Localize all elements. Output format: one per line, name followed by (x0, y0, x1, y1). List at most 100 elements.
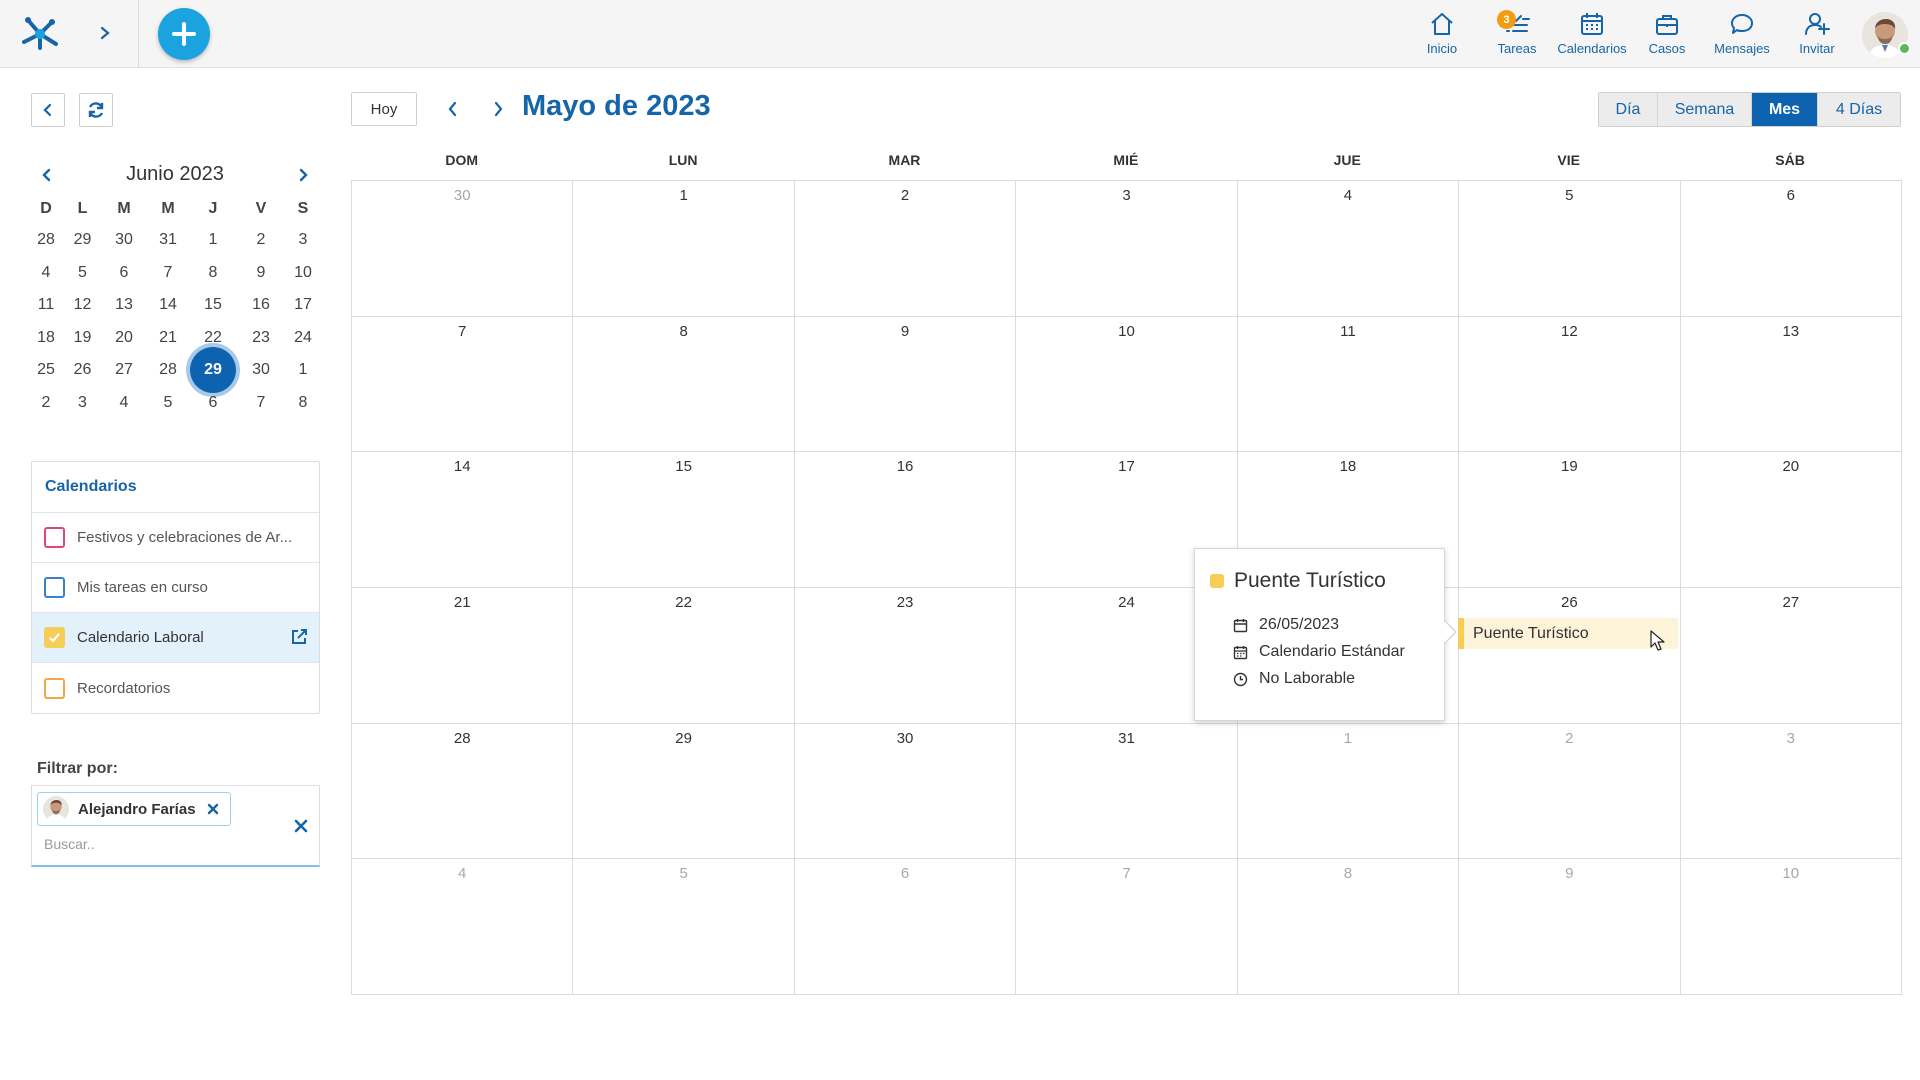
mini-day[interactable]: 10 (285, 257, 321, 290)
today-button[interactable]: Hoy (351, 92, 417, 126)
day-cell[interactable]: 10 (1016, 316, 1238, 453)
day-cell[interactable]: 15 (573, 452, 795, 588)
mini-day[interactable]: 6 (189, 387, 237, 420)
calendar-item-mis-tareas[interactable]: Mis tareas en curso (32, 563, 319, 613)
day-cell[interactable]: 7 (352, 316, 574, 453)
event-puente-turistico[interactable]: Puente Turístico (1458, 618, 1678, 649)
expand-menu-button[interactable] (90, 18, 120, 48)
mini-day[interactable]: 24 (285, 322, 321, 355)
day-cell[interactable]: 7 (1016, 859, 1238, 995)
day-cell[interactable]: 9 (1459, 859, 1681, 995)
day-cell[interactable]: 6 (794, 859, 1017, 995)
day-cell[interactable]: 26 (1459, 588, 1681, 724)
day-cell[interactable]: 10 (1680, 859, 1902, 995)
day-cell[interactable]: 2 (794, 181, 1017, 317)
day-cell[interactable]: 22 (573, 588, 795, 724)
day-cell[interactable]: 13 (1680, 316, 1902, 453)
add-button[interactable] (158, 8, 210, 60)
mini-day[interactable]: 30 (101, 224, 147, 257)
mini-day[interactable]: 27 (101, 354, 147, 387)
mini-day[interactable]: 28 (28, 224, 64, 257)
mini-day[interactable]: 4 (101, 387, 147, 420)
prev-month-button[interactable] (440, 96, 466, 122)
view-day-button[interactable]: Día (1599, 93, 1658, 126)
nav-inicio[interactable]: Inicio (1405, 10, 1479, 56)
calendar-item-recordatorios[interactable]: Recordatorios (32, 663, 319, 713)
mini-day[interactable]: 1 (285, 354, 321, 387)
mini-day[interactable]: 25 (28, 354, 64, 387)
day-cell[interactable]: 6 (1680, 181, 1902, 317)
mini-day[interactable]: 8 (285, 387, 321, 420)
mini-day[interactable]: 31 (147, 224, 189, 257)
day-cell[interactable]: 8 (573, 316, 795, 453)
view-month-button[interactable]: Mes (1752, 93, 1818, 126)
mini-day[interactable]: 20 (101, 322, 147, 355)
mini-day[interactable]: 3 (64, 387, 101, 420)
filter-box[interactable]: Alejandro Farías (31, 785, 320, 867)
mini-day[interactable]: 7 (237, 387, 285, 420)
day-cell[interactable]: 5 (1459, 181, 1681, 317)
mini-day[interactable]: 17 (285, 289, 321, 322)
view-4days-button[interactable]: 4 Días (1818, 93, 1900, 126)
day-cell[interactable]: 2 (1459, 723, 1681, 860)
mini-day[interactable]: 12 (64, 289, 101, 322)
day-cell[interactable]: 1 (573, 181, 795, 317)
mini-day[interactable]: 3 (285, 224, 321, 257)
checkbox[interactable] (44, 677, 65, 699)
nav-mensajes[interactable]: Mensajes (1705, 10, 1779, 56)
mini-day[interactable]: 7 (147, 257, 189, 290)
filter-chip[interactable]: Alejandro Farías (37, 792, 231, 826)
mini-day[interactable]: 18 (28, 322, 64, 355)
nav-casos[interactable]: Casos (1630, 10, 1704, 56)
mini-day[interactable]: 29 (64, 224, 101, 257)
day-cell[interactable]: 21 (352, 588, 574, 724)
mini-day[interactable]: 28 (147, 354, 189, 387)
mini-day[interactable]: 1 (189, 224, 237, 257)
day-cell[interactable]: 29 (573, 723, 795, 860)
day-cell[interactable]: 4 (1237, 181, 1460, 317)
checkbox[interactable] (44, 577, 65, 598)
mini-next-month-button[interactable] (290, 162, 316, 188)
day-cell[interactable]: 11 (1237, 316, 1460, 453)
mini-day[interactable]: 19 (64, 322, 101, 355)
day-cell[interactable]: 31 (1016, 723, 1238, 860)
mini-day[interactable]: 5 (147, 387, 189, 420)
mini-day[interactable]: 16 (237, 289, 285, 322)
day-cell[interactable]: 3 (1680, 723, 1902, 860)
remove-chip-icon[interactable] (206, 802, 220, 816)
next-month-button[interactable] (485, 96, 511, 122)
view-week-button[interactable]: Semana (1658, 93, 1752, 126)
day-cell[interactable]: 19 (1459, 452, 1681, 588)
collapse-panel-button[interactable] (31, 93, 65, 127)
day-cell[interactable]: 5 (573, 859, 795, 995)
mini-day[interactable]: 6 (101, 257, 147, 290)
day-cell[interactable]: 27 (1680, 588, 1902, 724)
mini-day[interactable]: 26 (64, 354, 101, 387)
mini-day[interactable]: 30 (237, 354, 285, 387)
day-cell[interactable]: 9 (794, 316, 1017, 453)
day-cell[interactable]: 23 (794, 588, 1017, 724)
app-logo-icon[interactable] (18, 12, 62, 56)
mini-day[interactable]: 2 (237, 224, 285, 257)
mini-day[interactable]: 5 (64, 257, 101, 290)
nav-calendarios[interactable]: Calendarios (1555, 10, 1629, 56)
day-cell[interactable]: 28 (352, 723, 574, 860)
clear-filter-icon[interactable] (293, 818, 309, 834)
mini-day[interactable]: 14 (147, 289, 189, 322)
external-link-icon[interactable] (289, 627, 309, 647)
mini-day[interactable]: 2 (28, 387, 64, 420)
day-cell[interactable]: 3 (1016, 181, 1238, 317)
checkbox[interactable] (44, 527, 65, 548)
mini-day[interactable]: 9 (237, 257, 285, 290)
day-cell[interactable]: 1 (1237, 723, 1460, 860)
day-cell[interactable]: 8 (1237, 859, 1460, 995)
day-cell[interactable]: 14 (352, 452, 574, 588)
mini-day[interactable]: 8 (189, 257, 237, 290)
mini-day[interactable]: 15 (189, 289, 237, 322)
nav-invitar[interactable]: Invitar (1780, 10, 1854, 56)
mini-day[interactable]: 21 (147, 322, 189, 355)
refresh-button[interactable] (79, 93, 113, 127)
day-cell[interactable]: 30 (352, 181, 574, 317)
calendar-item-laboral[interactable]: Calendario Laboral (32, 613, 319, 663)
day-cell[interactable]: 4 (352, 859, 574, 995)
